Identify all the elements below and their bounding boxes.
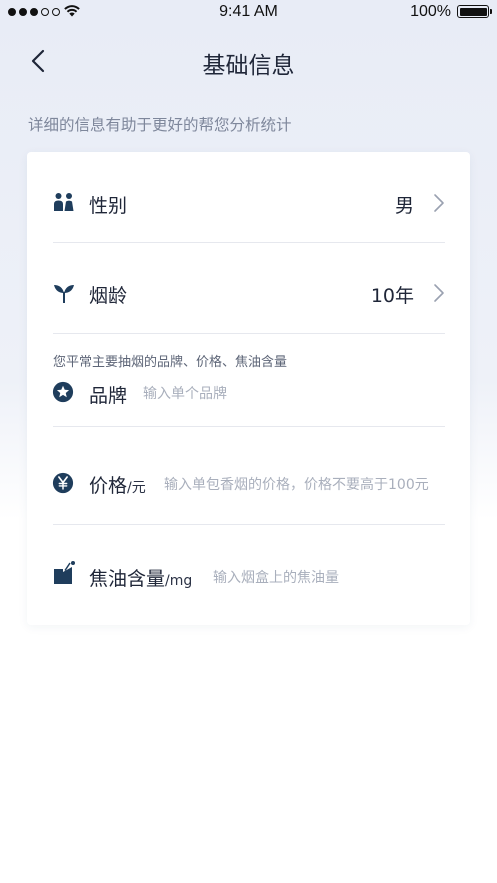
price-input[interactable] [164, 474, 454, 496]
page-subtitle: 详细的信息有助于更好的帮您分析统计 [28, 116, 292, 134]
info-card: 性别 男 烟龄 10年 您平常主要抽烟的品牌、价格、焦油含量 品牌 输入单个品牌… [27, 152, 470, 625]
tar-row: 焦油含量/mg [27, 525, 470, 625]
tar-label: 焦油含量/mg [89, 568, 193, 590]
people-icon [54, 193, 74, 211]
status-bar: 9:41 AM 100% [0, 0, 497, 24]
tar-input[interactable] [213, 567, 453, 589]
divider [53, 333, 445, 334]
smoking-years-value: 10年 [370, 285, 414, 307]
gender-row[interactable]: 性别 男 [27, 152, 470, 242]
battery-icon [457, 5, 492, 18]
sprout-icon [54, 285, 74, 303]
brand-row: 品牌 [27, 372, 470, 426]
page-title: 基础信息 [202, 53, 295, 79]
price-row: 价格/元 [27, 427, 470, 524]
brand-label: 品牌 [89, 385, 128, 407]
smoking-years-label: 烟龄 [89, 285, 128, 307]
star-icon [52, 381, 74, 403]
chevron-right-icon [434, 284, 444, 302]
gender-label: 性别 [89, 195, 128, 217]
yen-icon [52, 472, 74, 494]
brand-input[interactable] [143, 383, 443, 405]
nav-bar: 基础信息 [0, 40, 497, 84]
smoking-years-row[interactable]: 烟龄 10年 [27, 243, 470, 333]
chevron-right-icon [434, 194, 444, 212]
price-label: 价格/元 [89, 475, 146, 497]
tar-icon [54, 561, 75, 584]
battery-percent: 100% [410, 3, 451, 20]
brand-section-hint: 您平常主要抽烟的品牌、价格、焦油含量 [53, 355, 288, 370]
gender-value: 男 [394, 195, 414, 217]
